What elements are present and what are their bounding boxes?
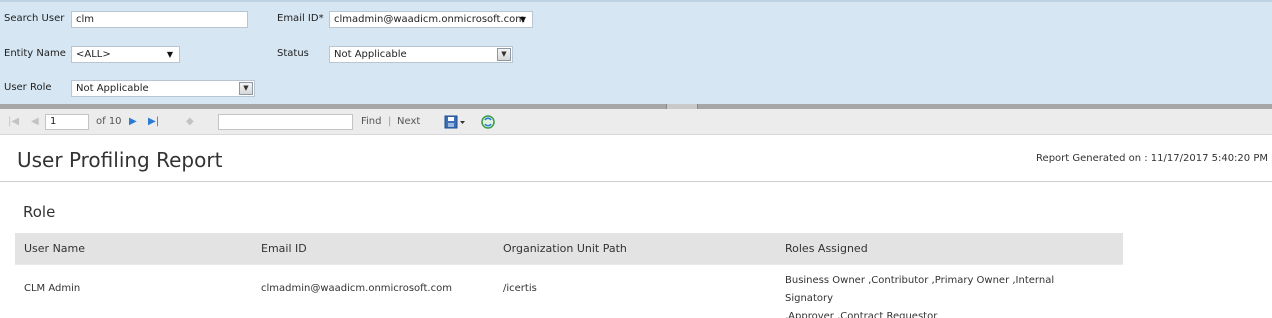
roles-line-2: ,Approver ,Contract Requestor xyxy=(785,311,938,318)
roles-line-1: Business Owner ,Contributor ,Primary Own… xyxy=(785,275,1055,304)
next-link[interactable]: Next xyxy=(397,109,420,135)
parameter-panel: Search User clm Email ID* clmadmin@waadi… xyxy=(0,0,1272,104)
dropdown-arrow-icon: ▼ xyxy=(519,15,526,24)
cell-org-unit-path: /icertis xyxy=(503,283,537,294)
status-select[interactable]: Not Applicable ▼ xyxy=(329,46,513,63)
table-header: User Name Email ID Organization Unit Pat… xyxy=(15,233,1123,264)
role-table: User Name Email ID Organization Unit Pat… xyxy=(15,233,1123,318)
title-divider xyxy=(0,181,1272,182)
find-input[interactable] xyxy=(218,114,353,130)
entity-name-select[interactable]: <ALL> ▼ xyxy=(71,46,180,63)
page-number-input[interactable]: 1 xyxy=(45,114,89,130)
page-count: of 10 xyxy=(96,116,122,127)
user-role-select[interactable]: Not Applicable ▼ xyxy=(71,80,255,97)
user-role-value: Not Applicable xyxy=(76,83,149,94)
search-user-label: Search User xyxy=(4,13,65,24)
dropdown-button-icon[interactable]: ▼ xyxy=(239,82,253,95)
section-title: Role xyxy=(23,203,56,221)
back-icon[interactable]: ◆ xyxy=(186,109,194,135)
table-row: CLM Admin clmadmin@waadicm.onmicrosoft.c… xyxy=(15,264,1123,318)
refresh-icon[interactable] xyxy=(480,109,496,135)
status-value: Not Applicable xyxy=(334,49,407,60)
column-header-roles-assigned: Roles Assigned xyxy=(785,242,868,255)
search-user-input[interactable]: clm xyxy=(71,11,248,28)
last-page-icon[interactable]: ▶| xyxy=(148,109,159,135)
entity-name-value: <ALL> xyxy=(76,49,111,60)
entity-name-label: Entity Name xyxy=(4,48,66,59)
prev-page-icon[interactable]: ◀ xyxy=(31,109,39,135)
first-page-icon[interactable]: |◀ xyxy=(8,109,19,135)
report-toolbar: |◀ ◀ 1 of 10 ▶ ▶| ◆ Find | Next xyxy=(0,109,1272,135)
dropdown-button-icon[interactable]: ▼ xyxy=(497,48,511,61)
dropdown-arrow-icon: ▼ xyxy=(166,50,173,59)
report-generated-date: Report Generated on : 11/17/2017 5:40:20… xyxy=(1036,153,1268,164)
email-id-select[interactable]: clmadmin@waadicm.onmicrosoft.com ▼ xyxy=(329,11,533,28)
cell-roles-assigned: Business Owner ,Contributor ,Primary Own… xyxy=(785,272,1105,318)
export-save-icon[interactable] xyxy=(444,109,466,135)
user-role-label: User Role xyxy=(4,82,52,93)
status-label: Status xyxy=(277,48,309,59)
column-header-org-unit-path: Organization Unit Path xyxy=(503,242,627,255)
find-link[interactable]: Find xyxy=(361,109,382,135)
cell-user-name: CLM Admin xyxy=(24,283,81,294)
toolbar-separator: | xyxy=(388,116,392,127)
next-page-icon[interactable]: ▶ xyxy=(129,109,137,135)
email-id-value: clmadmin@waadicm.onmicrosoft.com xyxy=(334,14,525,25)
email-id-label: Email ID* xyxy=(277,13,324,24)
column-header-user-name: User Name xyxy=(24,242,86,255)
column-header-email-id: Email ID xyxy=(261,242,307,255)
report-title: User Profiling Report xyxy=(17,148,223,172)
cell-email-id: clmadmin@waadicm.onmicrosoft.com xyxy=(261,283,452,294)
